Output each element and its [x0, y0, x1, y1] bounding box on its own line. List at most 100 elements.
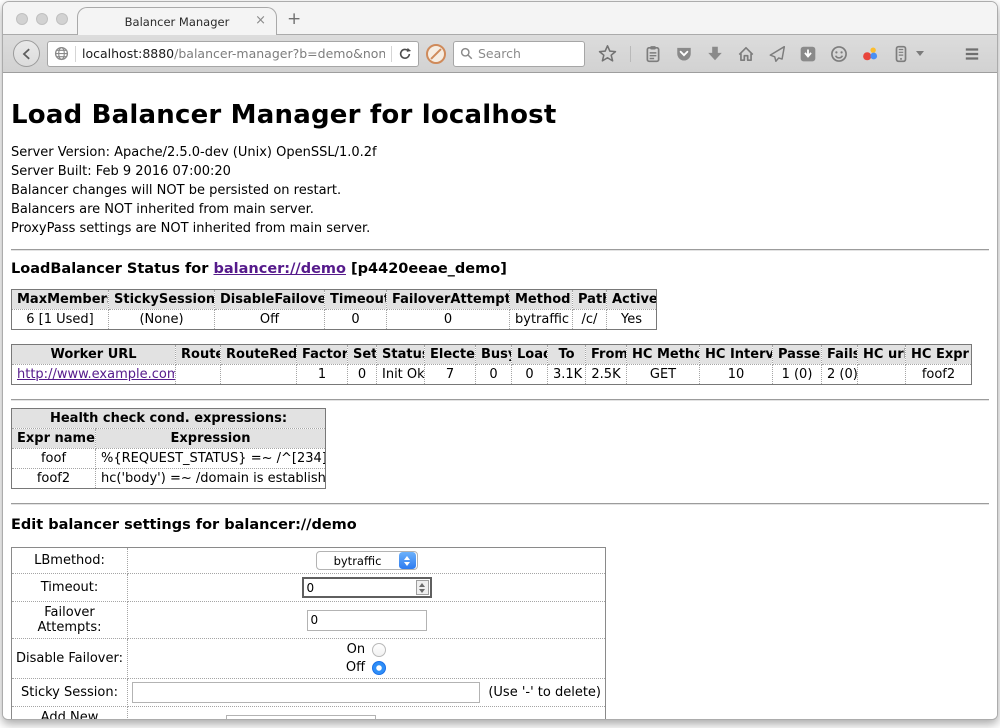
column-header: Route — [176, 345, 221, 365]
add-worker-input[interactable] — [226, 715, 376, 720]
sticky-session-input[interactable] — [132, 682, 480, 703]
bookmark-star-icon[interactable] — [598, 44, 617, 63]
column-header: Load — [512, 345, 548, 365]
palette-icon[interactable] — [861, 45, 879, 63]
cell-active: Yes — [607, 310, 657, 330]
edit-balancer-form: LBmethod: bytraffic Timeout: 0 — [11, 547, 606, 719]
send-plane-icon[interactable] — [768, 45, 786, 63]
browser-window: Balancer Manager × + localhost:8880/bala… — [2, 1, 998, 720]
column-header: Fails — [822, 345, 858, 365]
cell-hc-uri — [858, 365, 906, 385]
column-header: Worker URL — [12, 345, 176, 365]
column-header: Active — [607, 290, 657, 310]
disable-failover-radios: On Off — [132, 642, 601, 675]
lbmethod-label: LBmethod: — [12, 548, 128, 574]
urlbar-separator2 — [391, 46, 392, 62]
cell-hc-interval: 10 — [700, 365, 773, 385]
edit-settings-heading: Edit balancer settings for balancer://de… — [11, 517, 989, 533]
cell-elected: 7 — [425, 365, 476, 385]
notice-persist: Balancer changes will NOT be persisted o… — [11, 181, 989, 200]
column-header: Expression — [96, 429, 326, 449]
radio-on-label: On — [346, 642, 365, 657]
radio-off[interactable] — [372, 661, 386, 675]
failover-attempts-input[interactable]: 0 — [307, 610, 427, 631]
column-header: Method — [510, 290, 573, 310]
search-bar[interactable]: Search — [453, 41, 585, 67]
cell-from: 2.5K — [586, 365, 627, 385]
worker-url-link[interactable]: http://www.example.com/ — [17, 367, 176, 382]
urlbar-separator — [75, 46, 76, 62]
notice-proxypass: ProxyPass settings are NOT inherited fro… — [11, 219, 989, 238]
reload-icon[interactable] — [398, 47, 412, 61]
minimize-window-button[interactable] — [36, 13, 48, 25]
cell-expr-name: foof — [12, 449, 96, 469]
menu-hamburger-icon[interactable] — [962, 45, 982, 63]
save-to-device-icon[interactable] — [799, 45, 817, 63]
notice-inherit: Balancers are NOT inherited from main se… — [11, 200, 989, 219]
cell-hc-method: GET — [627, 365, 700, 385]
content-blocked-icon[interactable] — [426, 44, 446, 64]
downloads-icon[interactable] — [706, 45, 724, 63]
column-header: StickySession — [109, 290, 215, 310]
cell-expression: hc('body') =~ /domain is established/ — [96, 469, 326, 489]
reading-list-icon[interactable] — [644, 45, 662, 63]
search-icon — [460, 47, 473, 60]
timeout-label: Timeout: — [12, 574, 128, 602]
globe-icon — [54, 46, 69, 61]
pocket-icon[interactable] — [675, 45, 693, 63]
sticky-session-label: Sticky Session: — [12, 679, 128, 707]
tab-title: Balancer Manager — [125, 15, 230, 29]
url-text: localhost:8880/balancer-manager?b=demo&n… — [82, 46, 385, 61]
column-header: Path — [573, 290, 607, 310]
column-header: Busy — [476, 345, 512, 365]
titlebar: Balancer Manager × + — [3, 2, 997, 35]
back-arrow-icon — [20, 47, 34, 61]
home-icon[interactable] — [737, 45, 755, 63]
sticky-session-note: (Use '-' to delete) — [488, 685, 601, 700]
failover-attempts-label: Failover Attempts: — [12, 602, 128, 639]
column-header: To — [548, 345, 586, 365]
column-header: Status — [377, 345, 425, 365]
cell-method: bytraffic — [510, 310, 573, 330]
cell-stickysession: (None) — [109, 310, 215, 330]
toolbar-buttons — [598, 44, 998, 64]
timeout-value: 0 — [304, 581, 416, 595]
select-stepper-icon — [399, 552, 416, 569]
column-header: MaxMembers — [12, 290, 109, 310]
failover-attempts-value: 0 — [308, 613, 319, 627]
device-battery-icon[interactable] — [892, 45, 910, 63]
url-bar[interactable]: localhost:8880/balancer-manager?b=demo&n… — [47, 41, 419, 67]
balancer-demo-link[interactable]: balancer://demo — [213, 261, 346, 277]
tab-close-icon[interactable]: × — [255, 13, 266, 29]
cell-busy: 0 — [476, 365, 512, 385]
back-button[interactable] — [13, 40, 40, 67]
lbmethod-select[interactable]: bytraffic — [316, 551, 418, 570]
window-controls — [16, 13, 68, 25]
health-check-table-title: Health check cond. expressions: — [12, 409, 326, 429]
radio-on[interactable] — [372, 643, 386, 657]
worker-table: Worker URL Route RouteRedir Factor Set S… — [11, 344, 972, 385]
divider — [11, 399, 989, 401]
are-you-sure-checkbox[interactable] — [494, 719, 507, 720]
are-you-sure-label: Are you sure? — [390, 718, 479, 720]
page-title: Load Balancer Manager for localhost — [11, 73, 989, 130]
server-info: Server Version: Apache/2.5.0-dev (Unix) … — [11, 143, 989, 238]
column-header: HC uri — [858, 345, 906, 365]
cell-route — [176, 365, 221, 385]
url-path: /balancer-manager?b=demo&nonce=decc37be-… — [174, 46, 385, 61]
tab-balancer-manager[interactable]: Balancer Manager × — [77, 7, 277, 35]
number-spinner-icon[interactable] — [416, 580, 429, 595]
cell-expression: %{REQUEST_STATUS} =~ /^[234]/ — [96, 449, 326, 469]
cell-passes: 1 (0) — [773, 365, 822, 385]
close-window-button[interactable] — [16, 13, 28, 25]
new-tab-button[interactable]: + — [287, 9, 301, 29]
url-domain: localhost:8880 — [82, 46, 174, 61]
zoom-window-button[interactable] — [56, 13, 68, 25]
cell-path: /c/ — [573, 310, 607, 330]
dropdown-caret-icon[interactable] — [916, 51, 924, 56]
cell-factor: 1 — [297, 365, 348, 385]
column-header: HC Interval — [700, 345, 773, 365]
hello-smiley-icon[interactable] — [830, 45, 848, 63]
column-header: Factor — [297, 345, 348, 365]
timeout-input[interactable]: 0 — [302, 577, 432, 598]
